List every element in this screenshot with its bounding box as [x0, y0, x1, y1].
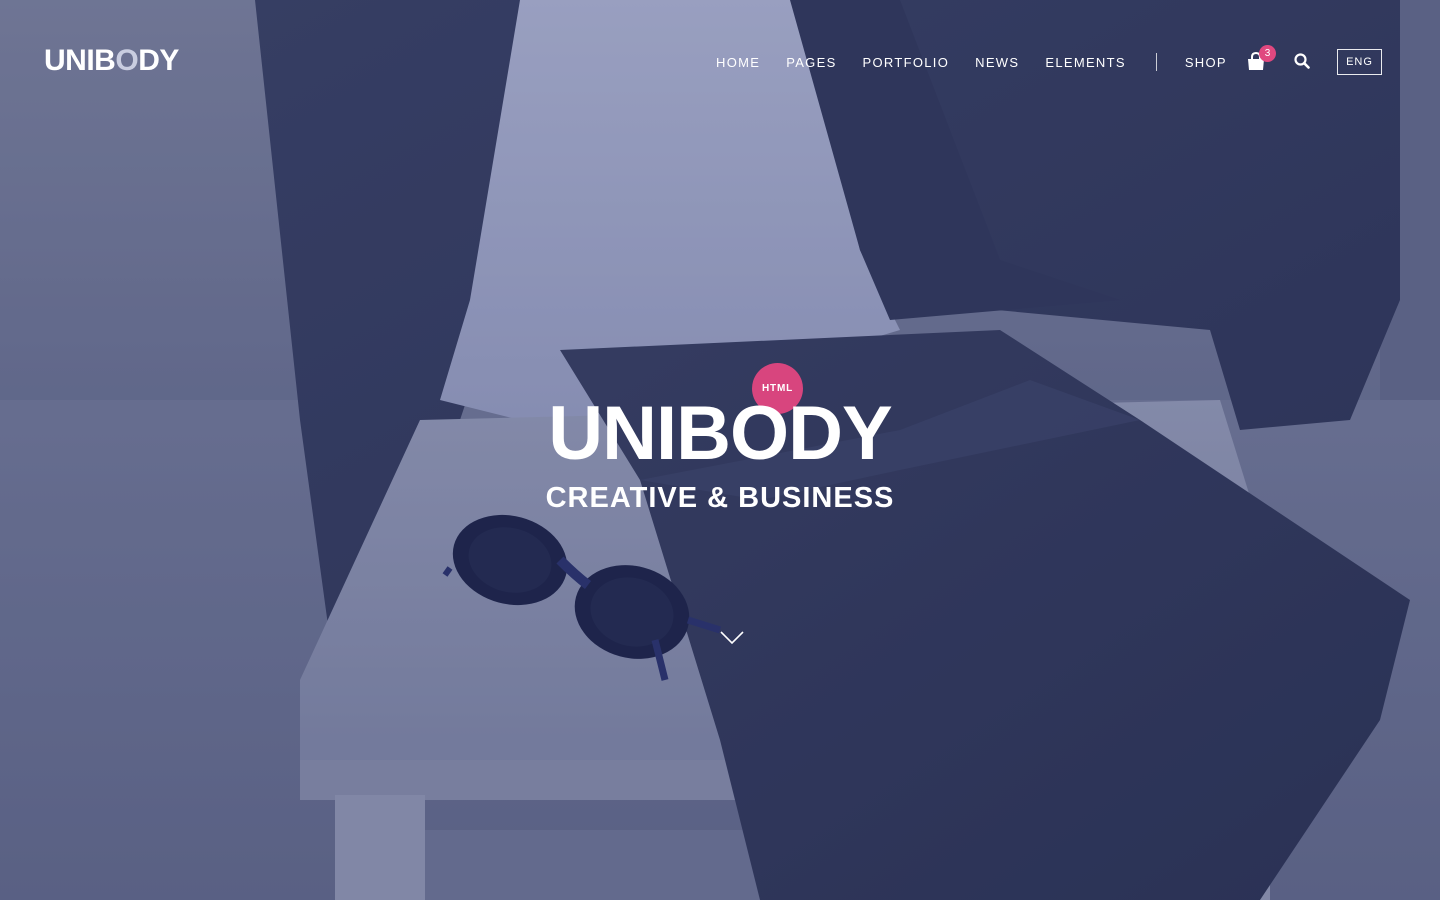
- logo[interactable]: UNIBODY: [44, 43, 179, 79]
- nav-item-elements[interactable]: ELEMENTS: [1045, 55, 1125, 70]
- page: UNIBODY HOME PAGES PORTFOLIO NEWS ELEMEN…: [0, 0, 1440, 900]
- logo-text-start: UNIB: [44, 44, 116, 77]
- nav-divider: [1155, 53, 1157, 71]
- cart-count-badge: 3: [1259, 45, 1276, 62]
- language-selector[interactable]: ENG: [1337, 49, 1382, 75]
- chevron-down-icon[interactable]: [720, 628, 744, 646]
- nav-item-news[interactable]: NEWS: [975, 55, 1019, 70]
- nav-item-pages[interactable]: PAGES: [786, 55, 836, 70]
- logo-text-end: DY: [138, 44, 179, 77]
- search-icon[interactable]: [1294, 53, 1310, 69]
- site-header: UNIBODY HOME PAGES PORTFOLIO NEWS ELEMEN…: [0, 0, 1440, 120]
- main-nav: HOME PAGES PORTFOLIO NEWS ELEMENTS SHOP: [716, 52, 1253, 72]
- nav-item-shop[interactable]: SHOP: [1185, 55, 1227, 70]
- logo-text-o: O: [115, 44, 139, 77]
- nav-item-home[interactable]: HOME: [716, 55, 760, 70]
- nav-item-portfolio[interactable]: PORTFOLIO: [863, 55, 950, 70]
- hero-subtitle: CREATIVE & BUSINESS: [545, 482, 895, 514]
- hero-title: UNIBODY: [548, 391, 892, 476]
